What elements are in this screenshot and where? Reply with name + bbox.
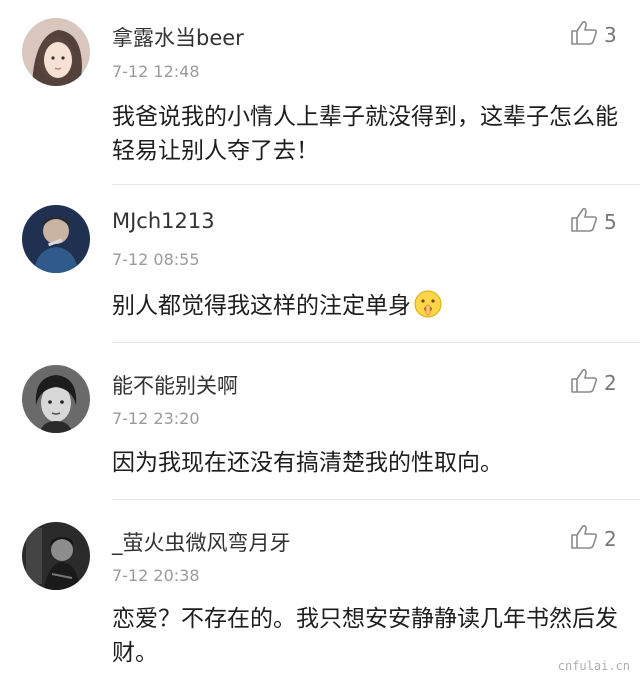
- like-button[interactable]: 2: [570, 368, 617, 398]
- thumbs-up-icon: [570, 20, 598, 50]
- timestamp: 7-12 23:20: [112, 409, 200, 428]
- timestamp: 7-12 08:55: [112, 250, 200, 269]
- username[interactable]: 拿露水当beer: [112, 22, 244, 52]
- like-count: 2: [604, 527, 617, 551]
- watermark: cnfulai.cn: [557, 659, 630, 673]
- username[interactable]: MJch1213: [112, 209, 215, 233]
- comment-text-body: 别人都觉得我这样的注定单身: [112, 293, 411, 319]
- comment-text: 恋爱？不存在的。我只想安安静静读几年书然后发财。: [112, 606, 618, 666]
- like-button[interactable]: 2: [570, 524, 617, 554]
- timestamp: 7-12 20:38: [112, 566, 200, 585]
- avatar[interactable]: [22, 205, 90, 273]
- like-button[interactable]: 3: [570, 20, 617, 50]
- username[interactable]: 能不能别关啊: [112, 370, 238, 400]
- comment-item: _萤火虫微风弯月牙 7-12 20:38 2 恋爱？不存在的。我只想安安静静读几…: [0, 500, 640, 677]
- like-button[interactable]: 5: [570, 207, 617, 237]
- thumbs-up-icon: [570, 368, 598, 398]
- thumbs-up-icon: [570, 524, 598, 554]
- comment-text: 我爸说我的小情人上辈子就没得到，这辈子怎么能轻易让别人夺了去！: [112, 104, 618, 164]
- comment-item: MJch1213 7-12 08:55 5 别人都觉得我这样的注定单身: [0, 185, 640, 343]
- like-count: 5: [604, 210, 617, 234]
- avatar[interactable]: [22, 18, 90, 86]
- timestamp: 7-12 12:48: [112, 62, 200, 81]
- shushing-face-icon: [413, 289, 443, 329]
- comment-text: 别人都觉得我这样的注定单身: [112, 289, 622, 329]
- username[interactable]: _萤火虫微风弯月牙: [112, 527, 291, 557]
- like-count: 3: [604, 23, 617, 47]
- comment-item: 拿露水当beer 7-12 12:48 3 我爸说我的小情人上辈子就没得到，这辈…: [0, 0, 640, 185]
- comment-text: 因为我现在还没有搞清楚我的性取向。: [112, 450, 503, 476]
- comment-item: 能不能别关啊 7-12 23:20 2 因为我现在还没有搞清楚我的性取向。: [0, 343, 640, 500]
- avatar[interactable]: [22, 522, 90, 590]
- thumbs-up-icon: [570, 207, 598, 237]
- avatar[interactable]: [22, 365, 90, 433]
- like-count: 2: [604, 371, 617, 395]
